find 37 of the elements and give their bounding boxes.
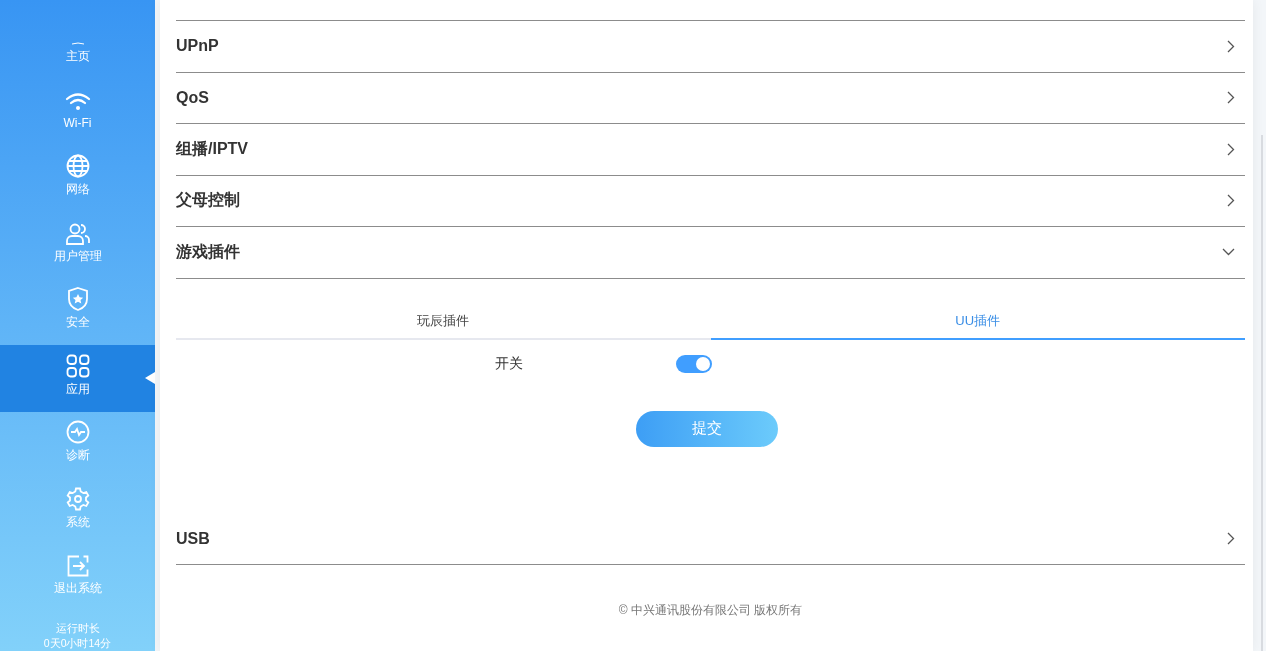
chevron-right-icon [1227, 532, 1235, 546]
sidebar-item[interactable]: 应用 [0, 345, 155, 412]
sidebar-item[interactable]: 系统 [0, 478, 155, 545]
settings-row[interactable]: 游戏插件 [176, 227, 1245, 279]
settings-icon [65, 486, 90, 511]
logout-icon [66, 554, 89, 577]
settings-row[interactable]: 组播/IPTV [176, 124, 1245, 176]
tab[interactable]: UU插件 [710, 300, 1245, 340]
sidebar-item[interactable]: 网络 [0, 145, 155, 213]
chevron-right-icon [1227, 194, 1235, 208]
sidebar-item[interactable]: 主页 [0, 13, 155, 80]
uptime-value: 0天0小时14分 [43, 635, 112, 651]
toggle-switch[interactable] [676, 354, 712, 373]
pointer-icon [145, 372, 155, 385]
sidebar-item[interactable]: Wi-Fi [0, 79, 155, 146]
sidebar-item[interactable]: 安全 [0, 278, 155, 346]
shield-icon [66, 287, 89, 312]
wifi-icon [64, 91, 91, 112]
settings-row[interactable]: QoS [176, 72, 1245, 124]
settings-row[interactable]: 父母控制 [176, 175, 1245, 227]
grid-icon [65, 353, 90, 378]
chevron-right-icon [1227, 39, 1235, 53]
settings-row[interactable]: UPnP [176, 21, 1245, 73]
settings-row[interactable]: USB [176, 513, 1245, 565]
chevron-down-icon [1222, 248, 1235, 257]
copyright-text: © 中兴通讯股份有限公司 版权所有 [617, 602, 804, 619]
sidebar-item[interactable]: 用户管理 [0, 212, 155, 279]
tab[interactable]: 玩辰插件 [176, 300, 711, 340]
chevron-right-icon [1227, 142, 1235, 156]
sidebar-item[interactable]: 诊断 [0, 411, 155, 479]
chevron-right-icon [1227, 91, 1235, 105]
users-icon [65, 222, 90, 245]
uptime-label: 运行时长 [55, 620, 100, 636]
globe-icon [65, 154, 90, 179]
pulse-icon [65, 420, 90, 445]
switch-label: 开关 [494, 354, 523, 373]
submit-button[interactable]: 提交 [635, 410, 778, 447]
